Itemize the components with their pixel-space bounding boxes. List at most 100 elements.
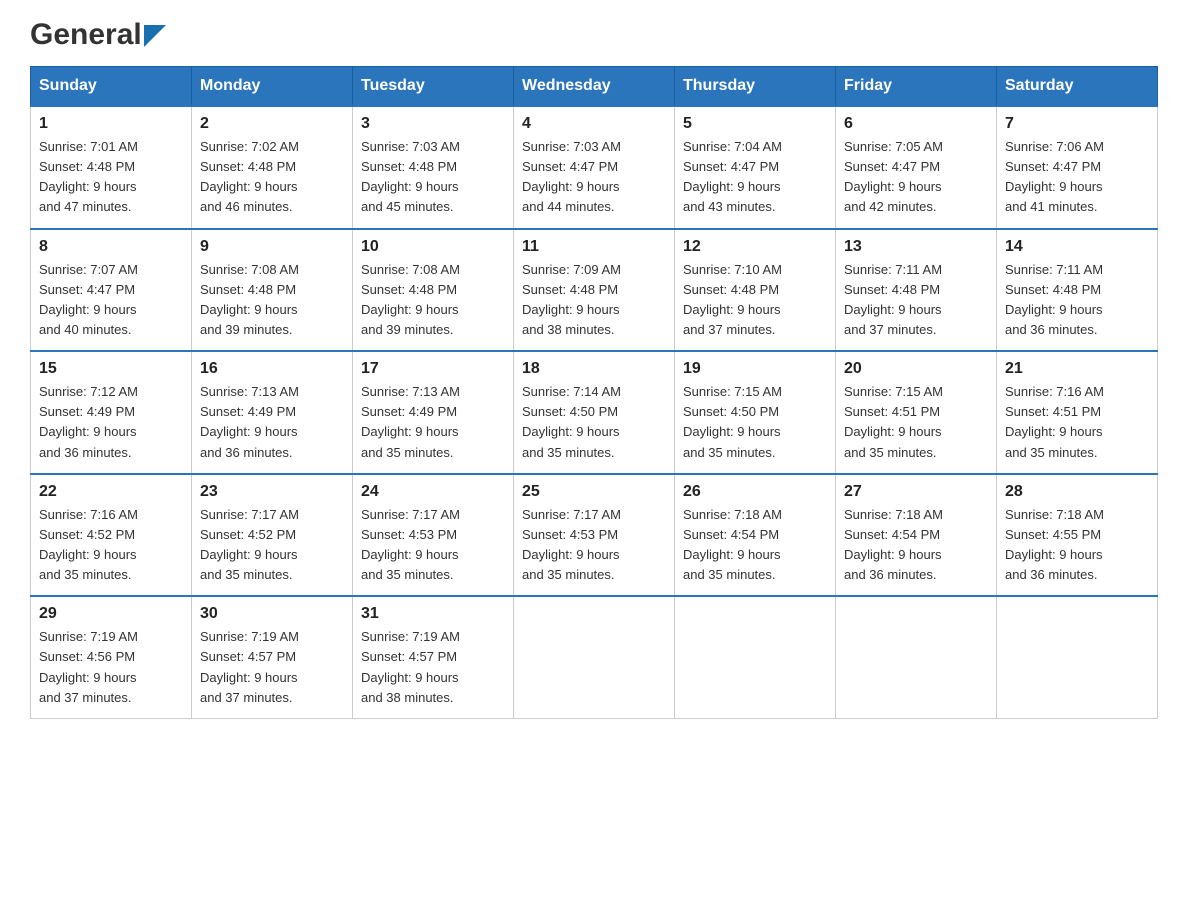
day-number: 9: [200, 238, 344, 256]
day-number: 18: [522, 360, 666, 378]
day-info: Sunrise: 7:06 AM Sunset: 4:47 PM Dayligh…: [1005, 137, 1149, 218]
day-number: 6: [844, 115, 988, 133]
day-info: Sunrise: 7:17 AM Sunset: 4:52 PM Dayligh…: [200, 505, 344, 586]
day-number: 22: [39, 483, 183, 501]
day-number: 1: [39, 115, 183, 133]
day-info: Sunrise: 7:03 AM Sunset: 4:47 PM Dayligh…: [522, 137, 666, 218]
day-info: Sunrise: 7:15 AM Sunset: 4:51 PM Dayligh…: [844, 382, 988, 463]
calendar-week-row: 29 Sunrise: 7:19 AM Sunset: 4:56 PM Dayl…: [31, 596, 1158, 718]
day-info: Sunrise: 7:01 AM Sunset: 4:48 PM Dayligh…: [39, 137, 183, 218]
day-number: 31: [361, 605, 505, 623]
day-number: 21: [1005, 360, 1149, 378]
calendar-cell: 28 Sunrise: 7:18 AM Sunset: 4:55 PM Dayl…: [997, 474, 1158, 597]
col-header-tuesday: Tuesday: [353, 67, 514, 107]
calendar-cell: 1 Sunrise: 7:01 AM Sunset: 4:48 PM Dayli…: [31, 106, 192, 229]
day-number: 12: [683, 238, 827, 256]
calendar-cell: 30 Sunrise: 7:19 AM Sunset: 4:57 PM Dayl…: [192, 596, 353, 718]
calendar-cell: 16 Sunrise: 7:13 AM Sunset: 4:49 PM Dayl…: [192, 351, 353, 474]
col-header-thursday: Thursday: [675, 67, 836, 107]
day-info: Sunrise: 7:19 AM Sunset: 4:57 PM Dayligh…: [361, 627, 505, 708]
calendar-cell: 19 Sunrise: 7:15 AM Sunset: 4:50 PM Dayl…: [675, 351, 836, 474]
logo-general: General: [30, 20, 142, 50]
day-number: 16: [200, 360, 344, 378]
day-number: 8: [39, 238, 183, 256]
day-info: Sunrise: 7:16 AM Sunset: 4:52 PM Dayligh…: [39, 505, 183, 586]
day-info: Sunrise: 7:12 AM Sunset: 4:49 PM Dayligh…: [39, 382, 183, 463]
logo: General: [30, 20, 166, 46]
calendar-cell: [675, 596, 836, 718]
calendar-header-row: SundayMondayTuesdayWednesdayThursdayFrid…: [31, 67, 1158, 107]
day-info: Sunrise: 7:07 AM Sunset: 4:47 PM Dayligh…: [39, 260, 183, 341]
day-info: Sunrise: 7:05 AM Sunset: 4:47 PM Dayligh…: [844, 137, 988, 218]
day-info: Sunrise: 7:03 AM Sunset: 4:48 PM Dayligh…: [361, 137, 505, 218]
calendar-week-row: 22 Sunrise: 7:16 AM Sunset: 4:52 PM Dayl…: [31, 474, 1158, 597]
calendar-cell: 22 Sunrise: 7:16 AM Sunset: 4:52 PM Dayl…: [31, 474, 192, 597]
calendar-cell: [514, 596, 675, 718]
day-info: Sunrise: 7:15 AM Sunset: 4:50 PM Dayligh…: [683, 382, 827, 463]
day-number: 26: [683, 483, 827, 501]
col-header-sunday: Sunday: [31, 67, 192, 107]
day-info: Sunrise: 7:18 AM Sunset: 4:54 PM Dayligh…: [683, 505, 827, 586]
day-number: 25: [522, 483, 666, 501]
day-number: 5: [683, 115, 827, 133]
day-number: 13: [844, 238, 988, 256]
day-number: 28: [1005, 483, 1149, 501]
day-number: 14: [1005, 238, 1149, 256]
calendar-cell: 17 Sunrise: 7:13 AM Sunset: 4:49 PM Dayl…: [353, 351, 514, 474]
calendar-cell: 27 Sunrise: 7:18 AM Sunset: 4:54 PM Dayl…: [836, 474, 997, 597]
calendar-cell: 4 Sunrise: 7:03 AM Sunset: 4:47 PM Dayli…: [514, 106, 675, 229]
day-info: Sunrise: 7:13 AM Sunset: 4:49 PM Dayligh…: [361, 382, 505, 463]
calendar-cell: 13 Sunrise: 7:11 AM Sunset: 4:48 PM Dayl…: [836, 229, 997, 352]
calendar-cell: 26 Sunrise: 7:18 AM Sunset: 4:54 PM Dayl…: [675, 474, 836, 597]
day-number: 2: [200, 115, 344, 133]
page-header: General: [30, 20, 1158, 46]
calendar-cell: 9 Sunrise: 7:08 AM Sunset: 4:48 PM Dayli…: [192, 229, 353, 352]
day-info: Sunrise: 7:17 AM Sunset: 4:53 PM Dayligh…: [522, 505, 666, 586]
calendar-cell: 7 Sunrise: 7:06 AM Sunset: 4:47 PM Dayli…: [997, 106, 1158, 229]
calendar-cell: 6 Sunrise: 7:05 AM Sunset: 4:47 PM Dayli…: [836, 106, 997, 229]
day-info: Sunrise: 7:10 AM Sunset: 4:48 PM Dayligh…: [683, 260, 827, 341]
calendar-week-row: 15 Sunrise: 7:12 AM Sunset: 4:49 PM Dayl…: [31, 351, 1158, 474]
day-info: Sunrise: 7:14 AM Sunset: 4:50 PM Dayligh…: [522, 382, 666, 463]
calendar-week-row: 8 Sunrise: 7:07 AM Sunset: 4:47 PM Dayli…: [31, 229, 1158, 352]
day-number: 30: [200, 605, 344, 623]
day-info: Sunrise: 7:16 AM Sunset: 4:51 PM Dayligh…: [1005, 382, 1149, 463]
col-header-monday: Monday: [192, 67, 353, 107]
day-number: 27: [844, 483, 988, 501]
day-info: Sunrise: 7:02 AM Sunset: 4:48 PM Dayligh…: [200, 137, 344, 218]
day-number: 10: [361, 238, 505, 256]
calendar-cell: [997, 596, 1158, 718]
calendar-cell: 18 Sunrise: 7:14 AM Sunset: 4:50 PM Dayl…: [514, 351, 675, 474]
day-info: Sunrise: 7:04 AM Sunset: 4:47 PM Dayligh…: [683, 137, 827, 218]
calendar-cell: 15 Sunrise: 7:12 AM Sunset: 4:49 PM Dayl…: [31, 351, 192, 474]
calendar-cell: 8 Sunrise: 7:07 AM Sunset: 4:47 PM Dayli…: [31, 229, 192, 352]
day-number: 29: [39, 605, 183, 623]
calendar-cell: 10 Sunrise: 7:08 AM Sunset: 4:48 PM Dayl…: [353, 229, 514, 352]
day-number: 4: [522, 115, 666, 133]
day-number: 23: [200, 483, 344, 501]
calendar-cell: 31 Sunrise: 7:19 AM Sunset: 4:57 PM Dayl…: [353, 596, 514, 718]
day-info: Sunrise: 7:17 AM Sunset: 4:53 PM Dayligh…: [361, 505, 505, 586]
calendar-table: SundayMondayTuesdayWednesdayThursdayFrid…: [30, 66, 1158, 719]
day-number: 20: [844, 360, 988, 378]
calendar-cell: [836, 596, 997, 718]
day-number: 7: [1005, 115, 1149, 133]
calendar-cell: 29 Sunrise: 7:19 AM Sunset: 4:56 PM Dayl…: [31, 596, 192, 718]
day-number: 3: [361, 115, 505, 133]
calendar-cell: 3 Sunrise: 7:03 AM Sunset: 4:48 PM Dayli…: [353, 106, 514, 229]
calendar-cell: 2 Sunrise: 7:02 AM Sunset: 4:48 PM Dayli…: [192, 106, 353, 229]
day-info: Sunrise: 7:09 AM Sunset: 4:48 PM Dayligh…: [522, 260, 666, 341]
calendar-cell: 5 Sunrise: 7:04 AM Sunset: 4:47 PM Dayli…: [675, 106, 836, 229]
day-info: Sunrise: 7:11 AM Sunset: 4:48 PM Dayligh…: [1005, 260, 1149, 341]
day-info: Sunrise: 7:13 AM Sunset: 4:49 PM Dayligh…: [200, 382, 344, 463]
calendar-cell: 25 Sunrise: 7:17 AM Sunset: 4:53 PM Dayl…: [514, 474, 675, 597]
day-info: Sunrise: 7:08 AM Sunset: 4:48 PM Dayligh…: [361, 260, 505, 341]
logo-arrow-icon: [144, 25, 166, 47]
day-number: 15: [39, 360, 183, 378]
calendar-cell: 23 Sunrise: 7:17 AM Sunset: 4:52 PM Dayl…: [192, 474, 353, 597]
day-number: 11: [522, 238, 666, 256]
col-header-saturday: Saturday: [997, 67, 1158, 107]
calendar-week-row: 1 Sunrise: 7:01 AM Sunset: 4:48 PM Dayli…: [31, 106, 1158, 229]
day-info: Sunrise: 7:18 AM Sunset: 4:55 PM Dayligh…: [1005, 505, 1149, 586]
day-info: Sunrise: 7:08 AM Sunset: 4:48 PM Dayligh…: [200, 260, 344, 341]
